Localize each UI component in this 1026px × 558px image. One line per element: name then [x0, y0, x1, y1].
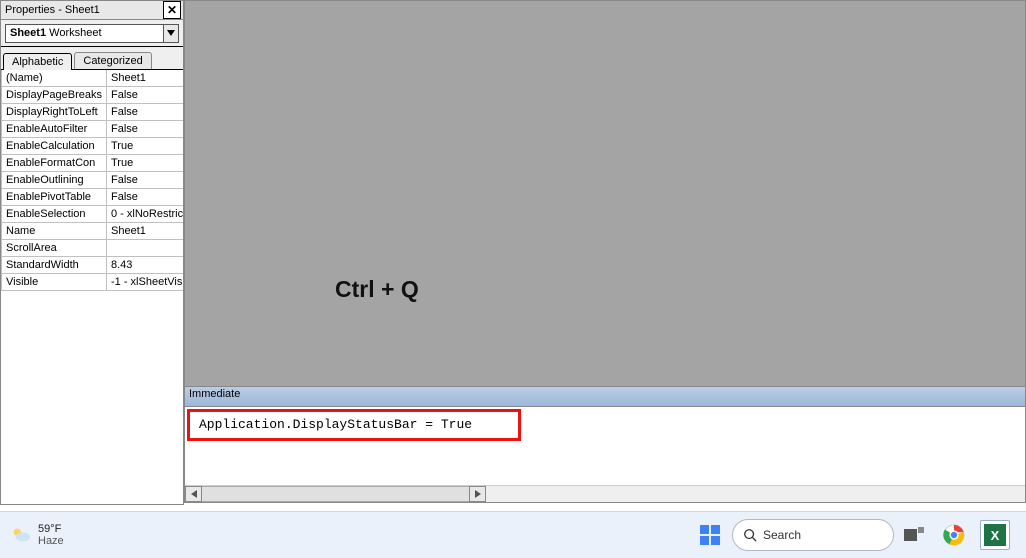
code-background: Ctrl + Q — [184, 0, 1026, 387]
weather-widget[interactable]: 59°F Haze — [10, 523, 64, 547]
property-row[interactable]: Visible-1 - xlSheetVisible — [2, 274, 184, 291]
property-name: EnableOutlining — [2, 172, 107, 189]
search-icon — [743, 528, 757, 542]
property-value[interactable]: False — [107, 104, 184, 121]
tab-alphabetic[interactable]: Alphabetic — [3, 53, 72, 70]
property-name: DisplayPageBreaks — [2, 87, 107, 104]
property-value[interactable]: Sheet1 — [107, 70, 184, 87]
object-name: Sheet1 — [10, 27, 46, 39]
close-icon[interactable]: ✕ — [163, 1, 181, 19]
property-row[interactable]: EnableFormatConTrue — [2, 155, 184, 172]
scroll-right-icon[interactable] — [469, 486, 486, 502]
property-value[interactable]: Sheet1 — [107, 223, 184, 240]
property-value[interactable]: False — [107, 172, 184, 189]
property-row[interactable]: EnableSelection0 - xlNoRestrictions — [2, 206, 184, 223]
property-row[interactable]: EnableOutliningFalse — [2, 172, 184, 189]
taskview-icon[interactable] — [900, 521, 928, 549]
weather-temp: 59°F — [38, 523, 64, 535]
start-icon[interactable] — [698, 523, 722, 547]
weather-cond: Haze — [38, 535, 64, 547]
property-name: EnableFormatCon — [2, 155, 107, 172]
scroll-track[interactable] — [202, 486, 469, 502]
property-name: (Name) — [2, 70, 107, 87]
property-name: EnablePivotTable — [2, 189, 107, 206]
property-value[interactable]: False — [107, 87, 184, 104]
property-row[interactable]: DisplayPageBreaksFalse — [2, 87, 184, 104]
property-value[interactable]: -1 - xlSheetVisible — [107, 274, 184, 291]
property-name: EnableCalculation — [2, 138, 107, 155]
property-name: StandardWidth — [2, 257, 107, 274]
property-name: Name — [2, 223, 107, 240]
property-value[interactable]: 0 - xlNoRestrictions — [107, 206, 184, 223]
property-value[interactable]: 8.43 — [107, 257, 184, 274]
properties-grid[interactable]: (Name)Sheet1DisplayPageBreaksFalseDispla… — [1, 70, 183, 504]
properties-tabs: Alphabetic Categorized — [1, 47, 183, 70]
weather-icon — [10, 524, 32, 546]
search-input[interactable]: Search — [732, 519, 894, 551]
properties-titlebar: Properties - Sheet1 ✕ — [1, 1, 183, 20]
object-type: Worksheet — [49, 27, 101, 39]
immediate-body — [185, 407, 1025, 485]
properties-title: Properties - Sheet1 — [3, 4, 163, 16]
tab-categorized[interactable]: Categorized — [74, 52, 151, 69]
immediate-window: Immediate — [184, 387, 1026, 503]
excel-icon[interactable]: X — [980, 520, 1010, 550]
property-name: EnableAutoFilter — [2, 121, 107, 138]
overlay-hint: Ctrl + Q — [335, 276, 419, 303]
property-row[interactable]: EnableAutoFilterFalse — [2, 121, 184, 138]
property-row[interactable]: DisplayRightToLeftFalse — [2, 104, 184, 121]
immediate-scrollbar[interactable] — [185, 485, 1025, 502]
property-value[interactable]: False — [107, 189, 184, 206]
property-name: DisplayRightToLeft — [2, 104, 107, 121]
property-row[interactable]: (Name)Sheet1 — [2, 70, 184, 87]
code-area: Ctrl + Q Immediate — [184, 0, 1026, 503]
chevron-down-icon[interactable] — [164, 24, 179, 43]
scroll-left-icon[interactable] — [185, 486, 202, 502]
object-selector[interactable]: Sheet1 Worksheet — [5, 24, 164, 43]
immediate-title: Immediate — [185, 387, 1025, 407]
property-value[interactable]: False — [107, 121, 184, 138]
immediate-input[interactable] — [191, 413, 1019, 479]
chrome-icon[interactable] — [940, 521, 968, 549]
property-name: ScrollArea — [2, 240, 107, 257]
property-value[interactable] — [107, 240, 184, 257]
property-row[interactable]: StandardWidth8.43 — [2, 257, 184, 274]
property-value[interactable]: True — [107, 138, 184, 155]
property-row[interactable]: NameSheet1 — [2, 223, 184, 240]
property-row[interactable]: EnableCalculationTrue — [2, 138, 184, 155]
property-value[interactable]: True — [107, 155, 184, 172]
property-row[interactable]: EnablePivotTableFalse — [2, 189, 184, 206]
search-placeholder: Search — [763, 528, 801, 542]
property-row[interactable]: ScrollArea — [2, 240, 184, 257]
object-selector-row: Sheet1 Worksheet — [1, 20, 183, 47]
taskbar: 59°F Haze Search X — [0, 511, 1026, 558]
properties-pane: Properties - Sheet1 ✕ Sheet1 Worksheet A… — [0, 0, 184, 505]
property-name: Visible — [2, 274, 107, 291]
property-name: EnableSelection — [2, 206, 107, 223]
